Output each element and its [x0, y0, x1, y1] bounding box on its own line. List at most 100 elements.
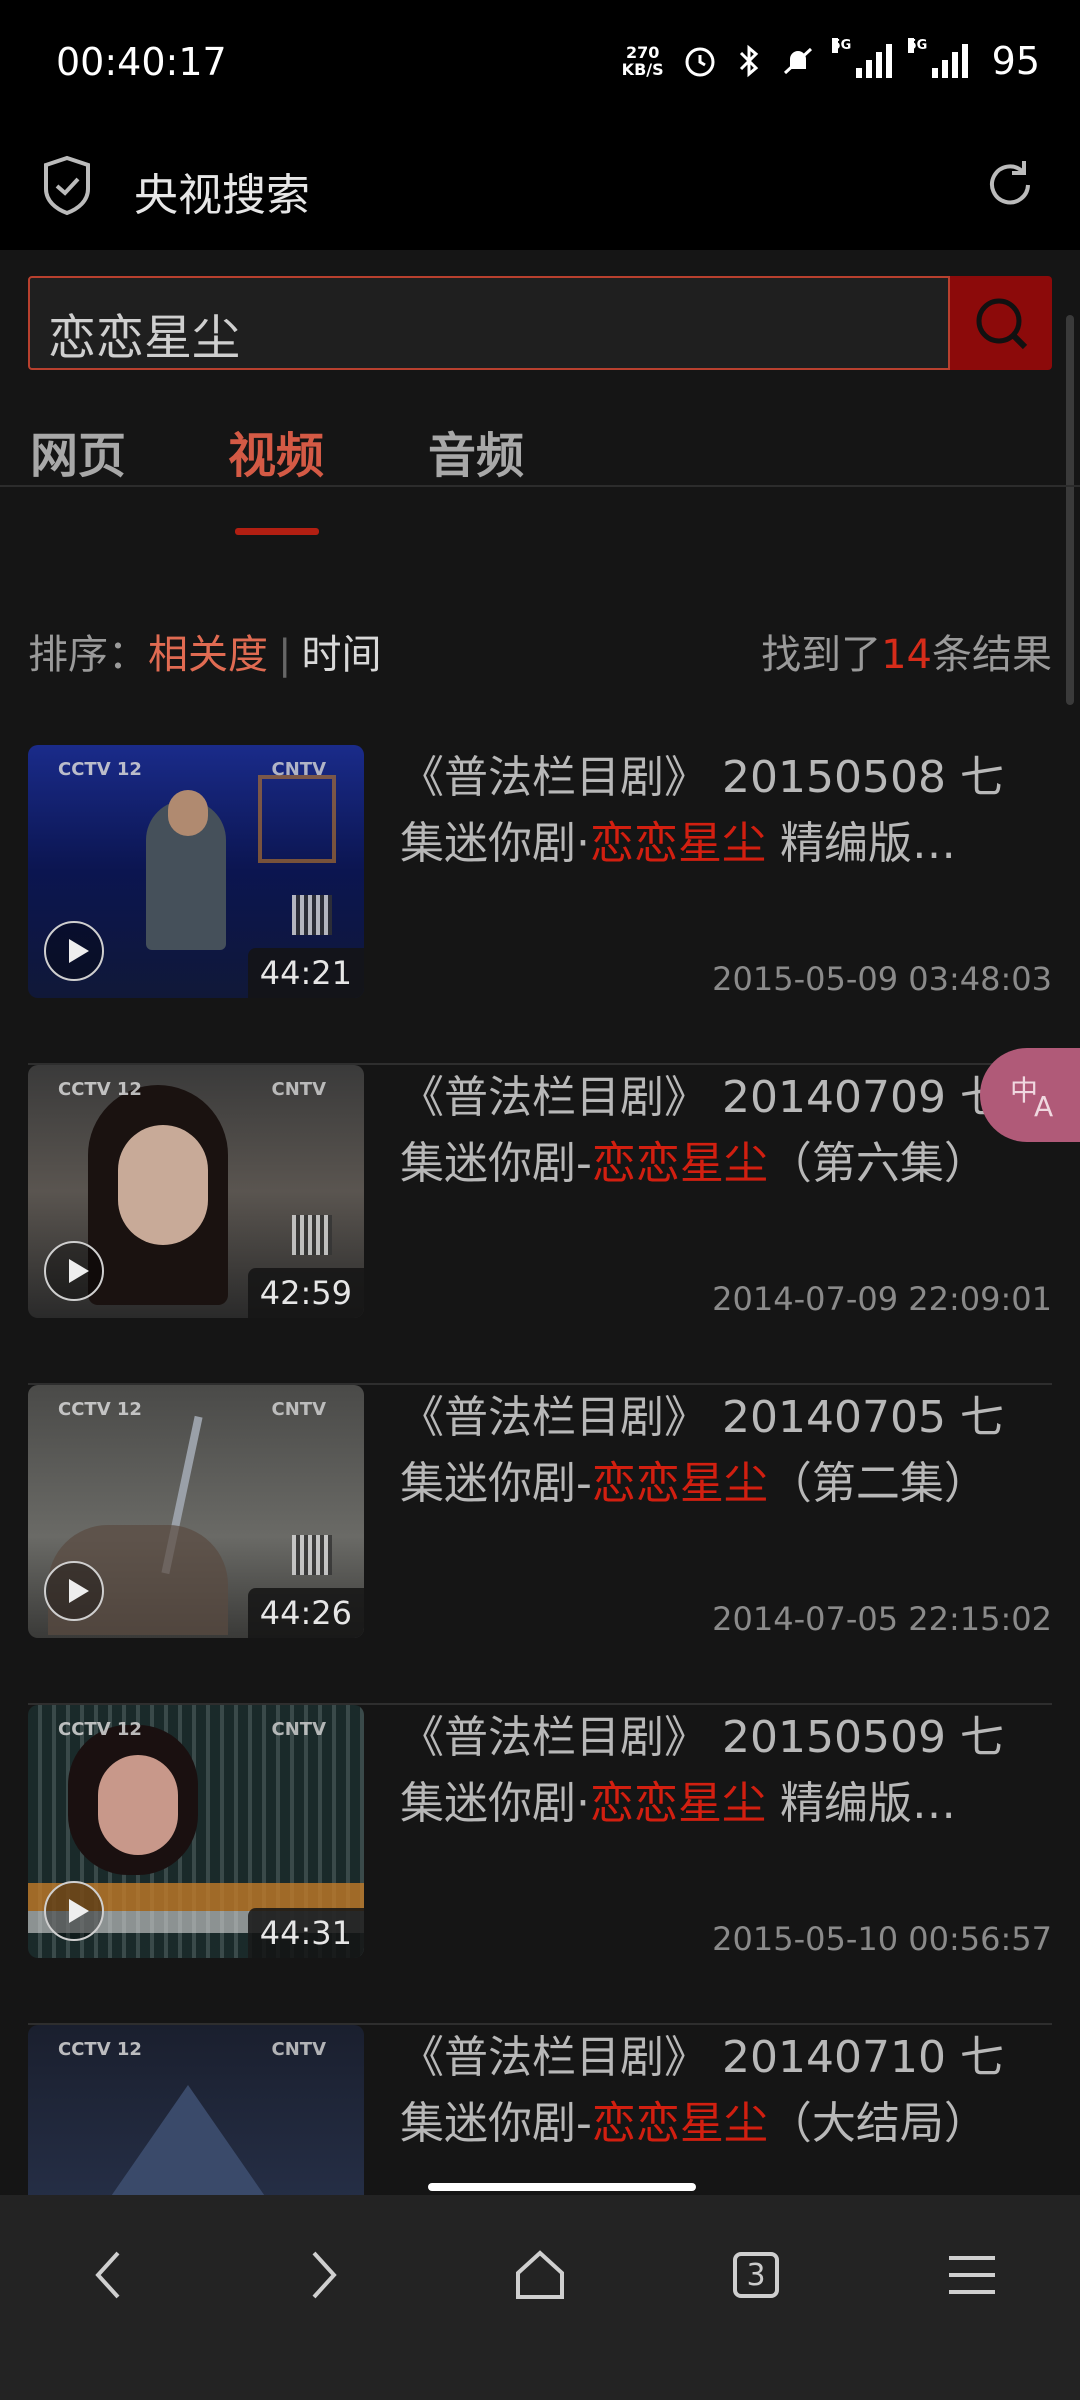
signal-icon-1: 5G [831, 38, 892, 78]
shield-check-icon[interactable] [40, 155, 94, 217]
search-results-page: 恋恋星尘 网页 视频 音频 排序：相关度 | 时间 找到了14条结果 CCTV 12… [0, 250, 1080, 2195]
menu-icon [949, 2256, 995, 2294]
play-icon[interactable] [44, 1241, 104, 1301]
home-icon [516, 2250, 564, 2299]
thumb-logo-right: CNTV [271, 2039, 326, 2060]
video-title-suffix: （大结局） [767, 2098, 988, 2149]
video-title-suffix: 精编版… [766, 1778, 956, 1829]
sort-time[interactable]: 时间 [301, 632, 381, 678]
tab-audio[interactable]: 音频 [428, 416, 524, 486]
network-speed-value: 270 [625, 43, 660, 62]
search-icon [976, 298, 1028, 350]
signal-icon-2: 5G [907, 38, 968, 78]
battery-level: 95 [991, 39, 1040, 83]
tabs-icon: 3 [733, 2252, 779, 2298]
alarm-icon [685, 47, 715, 77]
result-item[interactable]: CCTV 12 CNTV 44:21 《普法栏目剧》 20150508 七集迷你剧… [28, 745, 1052, 1065]
video-thumbnail[interactable]: CCTV 12 CNTV 44:31 [28, 1705, 364, 1958]
sort-separator: | [278, 632, 292, 678]
status-time: 00:40:17 [56, 40, 227, 84]
network-speed: 270 KB/S [622, 44, 664, 78]
result-count-prefix: 找到了 [761, 632, 882, 678]
video-date: 2015-05-10 00:56:57 [712, 1920, 1052, 1958]
svg-text:A: A [1034, 1090, 1053, 1120]
video-title-highlight: 恋恋星尘 [591, 1138, 768, 1189]
sort-relevance[interactable]: 相关度 [148, 632, 268, 678]
result-item[interactable]: CCTV 12 CNTV 44:31 《普法栏目剧》 20150509 七集迷你剧… [28, 1705, 1052, 2025]
video-thumbnail[interactable]: CCTV 12 CNTV 44:26 [28, 1385, 364, 1638]
page-title: 央视搜索 [134, 170, 310, 221]
back-button[interactable] [68, 2235, 148, 2315]
video-title[interactable]: 《普法栏目剧》 20140710 七集迷你剧-恋恋星尘（大结局） [400, 2025, 1040, 2157]
network-type-2: 5G [907, 38, 928, 53]
play-icon[interactable] [44, 921, 104, 981]
home-button[interactable] [500, 2235, 580, 2315]
thumb-logo-right: CNTV [271, 1399, 326, 1420]
video-title[interactable]: 《普法栏目剧》 20150509 七集迷你剧·恋恋星尘 精编版… [400, 1705, 1040, 1837]
video-title[interactable]: 《普法栏目剧》 20140709 七集迷你剧-恋恋星尘（第六集） [400, 1065, 1040, 1197]
play-icon[interactable] [44, 1561, 104, 1621]
result-tabs: 网页 视频 音频 [0, 400, 1080, 487]
video-title-suffix: （第六集） [767, 1138, 988, 1189]
video-title-suffix: （第二集） [767, 1458, 988, 1509]
bottom-navigation: 3 [0, 2195, 1080, 2400]
video-title-suffix: 精编版… [766, 818, 956, 869]
video-date: 2014-07-05 22:15:02 [712, 1600, 1052, 1638]
video-title-highlight: 恋恋星尘 [590, 1778, 766, 1829]
search-query: 恋恋星尘 [48, 310, 241, 366]
video-thumbnail[interactable]: CCTV 12 CNTV 44:21 [28, 745, 364, 998]
translate-button[interactable]: 中A [980, 1048, 1080, 1142]
mute-icon [783, 47, 812, 75]
qr-code [292, 1535, 332, 1575]
qr-code [292, 1215, 332, 1255]
video-duration: 44:31 [247, 1908, 364, 1958]
tab-web[interactable]: 网页 [30, 416, 126, 486]
video-thumbnail[interactable]: CCTV 12 CNTV 42:59 [28, 1065, 364, 1318]
forward-button[interactable] [284, 2235, 364, 2315]
network-type-1: 5G [831, 38, 852, 53]
result-count: 找到了14条结果 [761, 622, 1052, 680]
thumb-logo-left: CCTV 12 [58, 2039, 142, 2060]
video-title-highlight: 恋恋星尘 [591, 1458, 768, 1509]
video-date: 2015-05-09 03:48:03 [712, 960, 1052, 998]
result-item[interactable]: CCTV 12 CNTV 《普法栏目剧》 20140710 七集迷你剧-恋恋星尘（… [28, 2025, 1052, 2195]
sort-label: 排序： [28, 632, 148, 678]
tab-video[interactable]: 视频 [228, 416, 324, 486]
video-title[interactable]: 《普法栏目剧》 20140705 七集迷你剧-恋恋星尘（第二集） [400, 1385, 1040, 1517]
thumb-logo-left: CCTV 12 [58, 1079, 142, 1100]
sort-bar: 排序：相关度 | 时间 找到了14条结果 [28, 622, 1052, 682]
result-item[interactable]: CCTV 12 CNTV 42:59 《普法栏目剧》 20140709 七集迷你剧… [28, 1065, 1052, 1385]
status-bar: 00:40:17 270 KB/S 5G 5G 95 [0, 0, 1080, 125]
thumb-logo-left: CCTV 12 [58, 1399, 142, 1420]
back-icon [95, 2251, 120, 2299]
video-duration: 42:59 [247, 1268, 364, 1318]
thumb-logo-left: CCTV 12 [58, 1719, 142, 1740]
video-duration: 44:26 [247, 1588, 364, 1638]
home-indicator[interactable] [428, 2183, 696, 2191]
video-date: 2014-07-09 22:09:01 [712, 1280, 1052, 1318]
menu-button[interactable] [932, 2235, 1012, 2315]
play-icon[interactable] [44, 1881, 104, 1941]
search-input[interactable]: 恋恋星尘 [28, 276, 950, 370]
video-title-highlight: 恋恋星尘 [591, 2098, 768, 2149]
thumb-logo-right: CNTV [271, 1719, 326, 1740]
forward-icon [312, 2251, 337, 2299]
bluetooth-icon [739, 44, 758, 78]
tabs-count: 3 [746, 2257, 766, 2293]
thumb-logo-right: CNTV [271, 1079, 326, 1100]
video-title[interactable]: 《普法栏目剧》 20150508 七集迷你剧·恋恋星尘 精编版… [400, 745, 1040, 877]
network-speed-unit: KB/S [621, 60, 664, 79]
translate-icon: 中A [1010, 1074, 1053, 1120]
scrollbar[interactable] [1066, 315, 1074, 705]
thumb-logo-right: CNTV [271, 759, 326, 780]
result-item[interactable]: CCTV 12 CNTV 44:26 《普法栏目剧》 20140705 七集迷你剧… [28, 1385, 1052, 1705]
result-count-suffix: 条结果 [932, 632, 1052, 678]
video-thumbnail[interactable]: CCTV 12 CNTV [28, 2025, 364, 2195]
app-bar: 央视搜索 [0, 125, 1080, 250]
refresh-icon[interactable] [980, 155, 1040, 215]
result-count-number: 14 [881, 632, 932, 678]
video-duration: 44:21 [247, 948, 364, 998]
active-tab-indicator [235, 528, 319, 535]
tabs-button[interactable]: 3 [716, 2235, 796, 2315]
search-button[interactable] [950, 276, 1052, 370]
